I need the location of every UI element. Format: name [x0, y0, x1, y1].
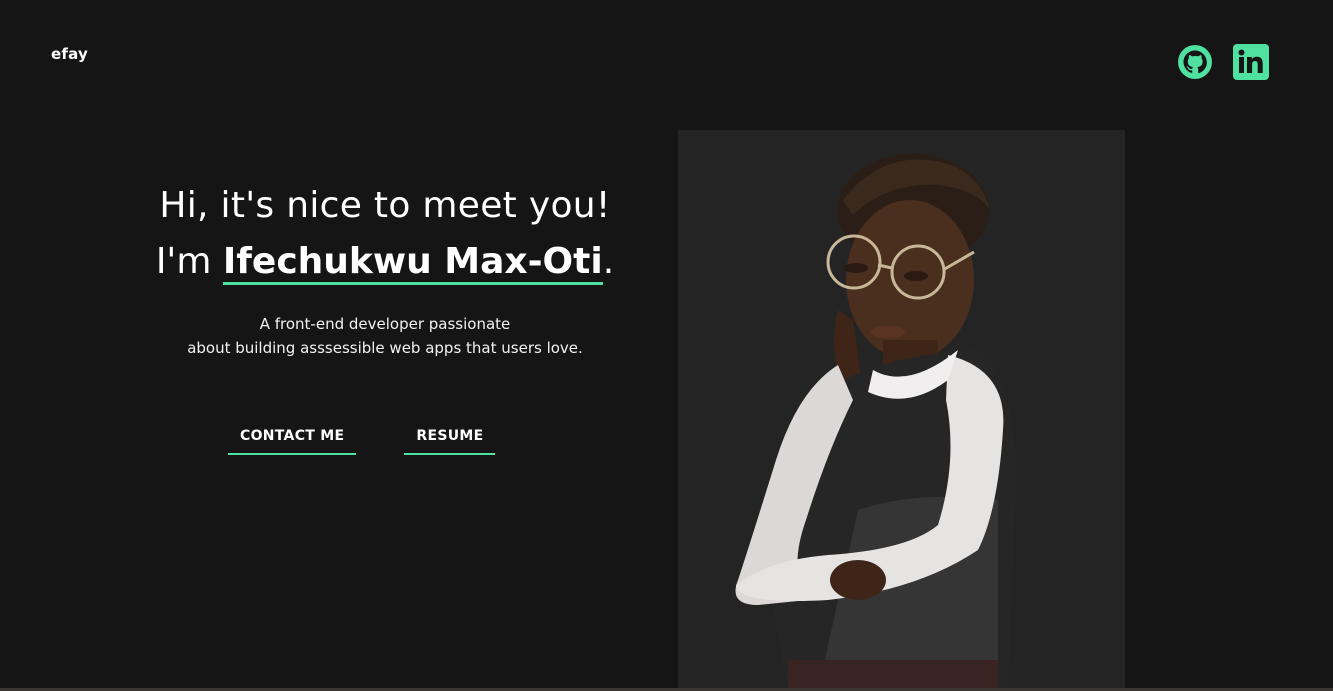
name-prefix: I'm	[155, 241, 223, 282]
tagline-line-2: about building asssessible web apps that…	[187, 339, 583, 357]
linkedin-link[interactable]	[1233, 44, 1269, 80]
developer-name: Ifechukwu Max-Oti	[222, 241, 603, 285]
hero-intro: Hi, it's nice to meet you! I'm Ifechukwu…	[120, 178, 650, 360]
hero-name-line: I'm Ifechukwu Max-Oti.	[120, 234, 650, 290]
github-icon	[1178, 45, 1212, 79]
tagline-line-1: A front-end developer passionate	[259, 315, 511, 333]
resume-button[interactable]: RESUME	[404, 428, 496, 455]
linkedin-icon	[1233, 44, 1269, 80]
name-suffix: .	[602, 241, 615, 282]
contact-me-button[interactable]: CONTACT ME	[228, 428, 357, 455]
profile-photo	[678, 130, 1125, 691]
portfolio-page: efay Hi, it's nice to meet you! I'm Ifec…	[0, 0, 1333, 691]
hero-greeting: Hi, it's nice to meet you!	[159, 185, 611, 226]
site-logo[interactable]: efay	[51, 45, 88, 63]
portrait-illustration	[678, 130, 1125, 691]
github-link[interactable]	[1177, 44, 1213, 80]
hero-actions: CONTACT ME RESUME	[228, 428, 496, 455]
social-links	[1177, 44, 1269, 80]
hero-tagline: A front-end developer passionate about b…	[120, 312, 650, 360]
